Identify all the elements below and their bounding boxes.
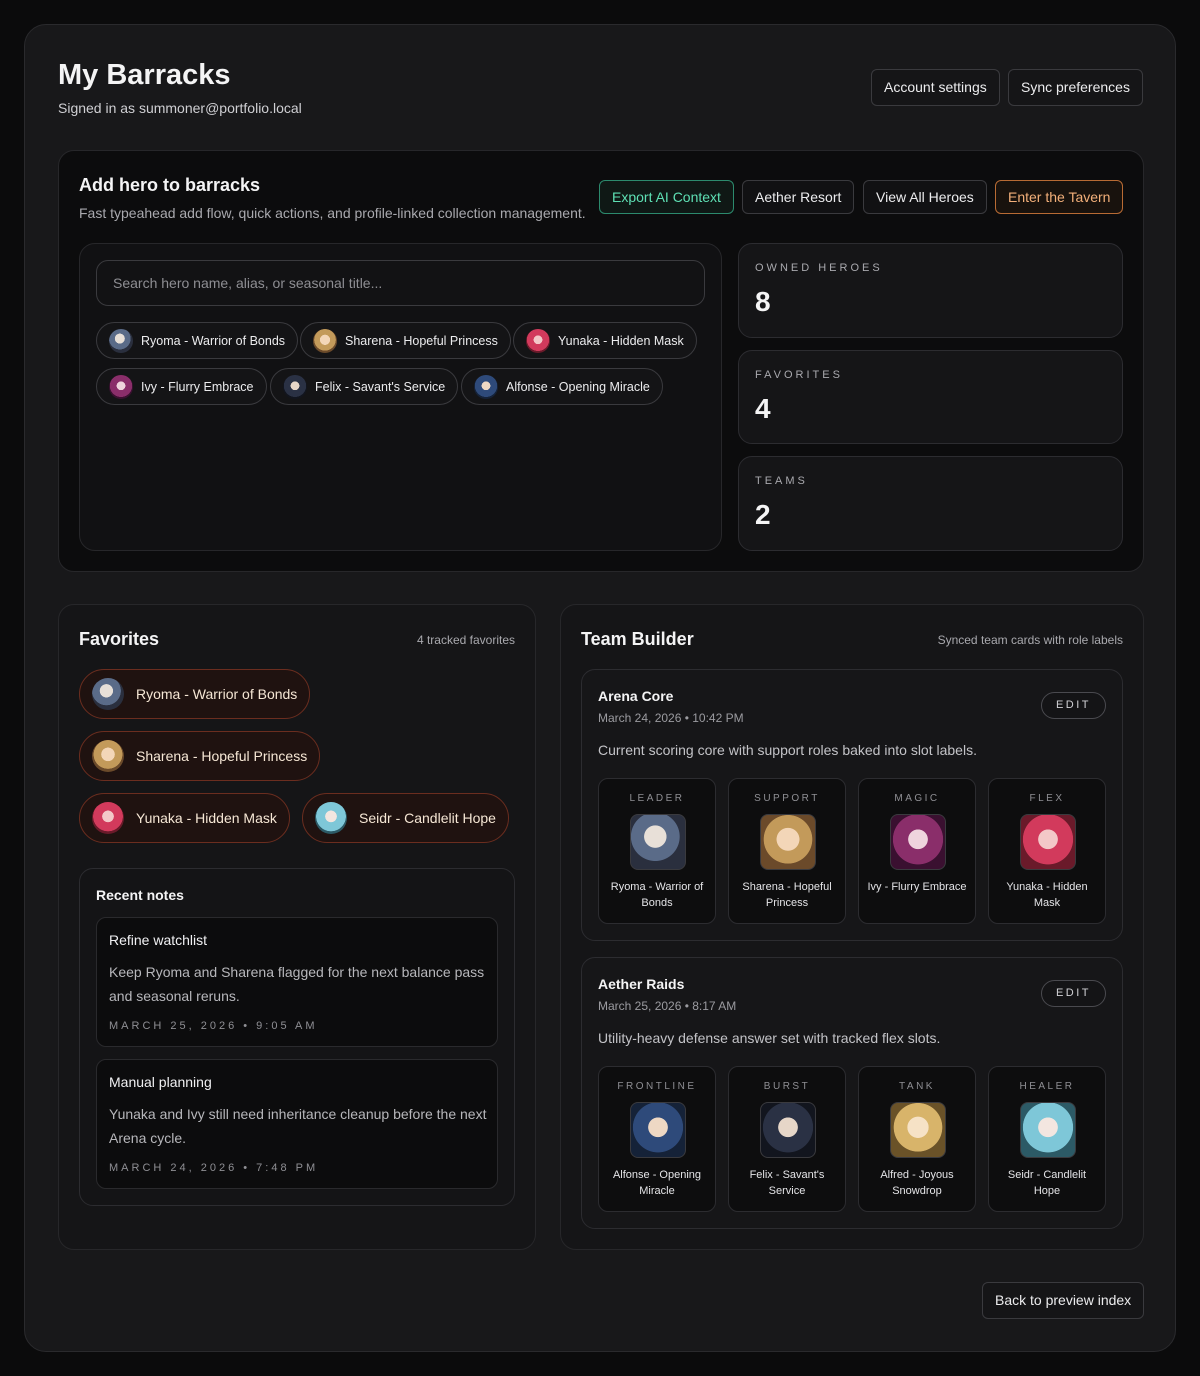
view-all-heroes-button[interactable]: View All Heroes	[863, 180, 987, 214]
favorites-count: 4 tracked favorites	[416, 633, 515, 647]
note-body: Yunaka and Ivy still need inheritance cl…	[109, 1106, 487, 1146]
team-builder-subtitle: Synced team cards with role labels	[937, 633, 1123, 647]
suggestion-chip[interactable]: Ivy - Flurry Embrace	[96, 368, 267, 405]
note-title: Refine watchlist	[109, 932, 208, 948]
favorite-chip[interactable]: Seidr - Candlelit Hope	[302, 793, 509, 843]
felix-portrait-icon	[760, 1102, 816, 1158]
recent-notes-title: Recent notes	[96, 887, 184, 903]
sharena-avatar-icon	[92, 740, 124, 772]
back-to-preview-button[interactable]: Back to preview index	[982, 1282, 1145, 1319]
team-slot[interactable]: FRONTLINE Alfonse - Opening Miracle	[598, 1066, 716, 1212]
yunaka-portrait-icon	[1020, 814, 1076, 870]
seidr-avatar-icon	[315, 802, 347, 834]
edit-team-button[interactable]: EDIT	[1040, 692, 1106, 719]
seidr-portrait-icon	[1020, 1102, 1076, 1158]
note-card: Manual planning Yunaka and Ivy still nee…	[96, 1059, 498, 1189]
team-description: Current scoring core with support roles …	[598, 742, 977, 758]
yunaka-avatar-icon	[92, 802, 124, 834]
favorite-chip[interactable]: Ryoma - Warrior of Bonds	[79, 669, 311, 719]
felix-avatar-icon	[283, 374, 307, 399]
team-name: Aether Raids	[598, 976, 685, 992]
enter-tavern-button[interactable]: Enter the Tavern	[995, 180, 1124, 214]
team-slot[interactable]: HEALER Seidr - Candlelit Hope	[988, 1066, 1106, 1212]
team-slot[interactable]: FLEX Yunaka - Hidden Mask	[988, 778, 1106, 924]
sharena-avatar-icon	[313, 328, 337, 353]
ryoma-avatar-icon	[109, 328, 133, 353]
suggestion-chip[interactable]: Sharena - Hopeful Princess	[300, 322, 511, 359]
sync-preferences-button[interactable]: Sync preferences	[1008, 69, 1143, 106]
suggestion-chip[interactable]: Yunaka - Hidden Mask	[513, 322, 697, 359]
alfonse-portrait-icon	[630, 1102, 686, 1158]
add-hero-panel: Add hero to barracks Fast typeahead add …	[58, 150, 1144, 572]
page-shell: My Barracks Signed in as summoner@portfo…	[24, 24, 1176, 1352]
ivy-portrait-icon	[890, 814, 946, 870]
aether-resort-button[interactable]: Aether Resort	[742, 180, 855, 214]
stat-favorites: FAVORITES 4	[738, 350, 1123, 444]
team-builder-title: Team Builder	[581, 629, 694, 649]
favorites-title: Favorites	[79, 629, 160, 649]
team-date: March 25, 2026 • 8:17 AM	[598, 999, 737, 1013]
add-hero-title: Add hero to barracks	[79, 175, 261, 195]
recent-notes: Recent notes Refine watchlist Keep Ryoma…	[79, 868, 515, 1206]
note-date: MARCH 25, 2026 • 9:05 AM	[109, 1020, 318, 1032]
search-area: Search hero name, alias, or seasonal tit…	[79, 243, 722, 551]
sharena-portrait-icon	[760, 814, 816, 870]
note-body: Keep Ryoma and Sharena flagged for the n…	[109, 964, 485, 1004]
suggestion-chip[interactable]: Alfonse - Opening Miracle	[461, 368, 663, 405]
team-date: March 24, 2026 • 10:42 PM	[598, 711, 744, 725]
suggestion-chip[interactable]: Ryoma - Warrior of Bonds	[96, 322, 299, 359]
yunaka-avatar-icon	[526, 328, 550, 353]
team-slot[interactable]: BURST Felix - Savant's Service	[728, 1066, 846, 1212]
team-slot[interactable]: MAGIC Ivy - Flurry Embrace	[858, 778, 976, 924]
ryoma-portrait-icon	[630, 814, 686, 870]
favorite-chip[interactable]: Yunaka - Hidden Mask	[79, 793, 290, 843]
alfonse-avatar-icon	[474, 374, 498, 399]
alfred-portrait-icon	[890, 1102, 946, 1158]
team-slot[interactable]: TANK Alfred - Joyous Snowdrop	[858, 1066, 976, 1212]
team-name: Arena Core	[598, 688, 674, 704]
suggestion-chip[interactable]: Felix - Savant's Service	[270, 368, 459, 405]
export-ai-context-button[interactable]: Export AI Context	[599, 180, 734, 214]
note-title: Manual planning	[109, 1074, 212, 1090]
stat-owned-heroes: OWNED HEROES 8	[738, 243, 1123, 338]
favorite-chip[interactable]: Sharena - Hopeful Princess	[79, 731, 321, 781]
team-card: Aether Raids March 25, 2026 • 8:17 AM Ut…	[581, 957, 1123, 1229]
account-settings-button[interactable]: Account settings	[871, 69, 1000, 106]
edit-team-button[interactable]: EDIT	[1040, 980, 1106, 1007]
note-date: MARCH 24, 2026 • 7:48 PM	[109, 1162, 319, 1174]
hero-search-input[interactable]: Search hero name, alias, or seasonal tit…	[96, 260, 705, 306]
ryoma-avatar-icon	[92, 678, 124, 710]
add-hero-subtitle: Fast typeahead add flow, quick actions, …	[79, 205, 586, 221]
team-builder-panel: Team Builder Synced team cards with role…	[560, 604, 1144, 1250]
page-title: My Barracks	[58, 59, 231, 91]
stat-teams: TEAMS 2	[738, 456, 1123, 551]
favorites-panel: Favorites 4 tracked favorites Ryoma - Wa…	[58, 604, 536, 1250]
team-card: Arena Core March 24, 2026 • 10:42 PM Cur…	[581, 669, 1123, 941]
team-slot[interactable]: LEADER Ryoma - Warrior of Bonds	[598, 778, 716, 924]
ivy-avatar-icon	[109, 374, 133, 399]
team-slot[interactable]: SUPPORT Sharena - Hopeful Princess	[728, 778, 846, 924]
note-card: Refine watchlist Keep Ryoma and Sharena …	[96, 917, 498, 1047]
team-description: Utility-heavy defense answer set with tr…	[598, 1030, 941, 1046]
signed-in-text: Signed in as summoner@portfolio.local	[58, 100, 302, 116]
